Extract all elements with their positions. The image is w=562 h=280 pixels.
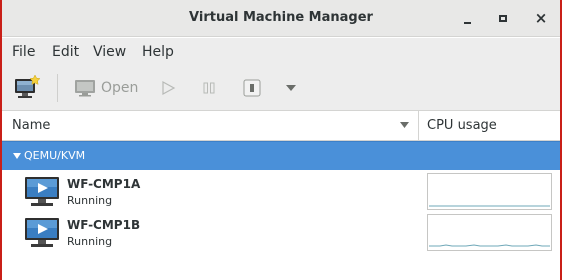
cpu-usage-graph [427,173,552,210]
power-icon [243,79,261,97]
cpu-sparkline [429,244,550,247]
list-header: Name CPU usage [2,111,560,141]
vm-list: Name CPU usage QEMU/KVM WF-CMP1A Running… [2,111,560,280]
cpu-usage-graph [427,214,552,251]
vm-row[interactable]: WF-CMP1A Running [2,173,560,214]
vm-status: Running [67,235,113,248]
cpu-sparkline [429,205,550,207]
virt-manager-window: Virtual Machine Manager × File Edit View… [0,0,562,280]
open-button[interactable]: Open [74,74,138,102]
new-vm-icon [15,75,41,98]
minimize-button[interactable] [456,8,478,28]
toolbar-separator [57,74,58,102]
menu-view[interactable]: View [93,44,126,60]
vm-running-icon [25,177,59,206]
pause-button[interactable] [199,74,219,102]
maximize-button[interactable] [492,8,514,28]
minimize-icon [463,21,471,24]
run-button[interactable] [158,74,178,102]
column-header-cpu[interactable]: CPU usage [427,118,497,133]
vm-running-icon [25,218,59,247]
column-divider [418,111,419,141]
menu-help[interactable]: Help [142,44,174,60]
vm-row[interactable]: WF-CMP1B Running [2,214,560,255]
connection-label: QEMU/KVM [24,149,86,162]
toolbar: Open [2,66,560,111]
vm-status: Running [67,194,113,207]
new-vm-button[interactable] [11,74,43,102]
menu-bar: File Edit View Help [2,38,560,66]
shutdown-menu-button[interactable] [284,74,298,102]
maximize-icon [499,14,507,22]
connection-row-qemu[interactable]: QEMU/KVM [2,141,560,170]
monitor-icon [75,80,95,97]
menu-edit[interactable]: Edit [52,44,79,60]
column-header-name[interactable]: Name [12,118,50,133]
vm-name: WF-CMP1B [67,218,141,232]
expander-arrow-icon[interactable] [13,153,21,159]
close-icon: × [534,9,548,27]
title-bar[interactable]: Virtual Machine Manager × [2,0,560,37]
close-button[interactable]: × [530,8,552,28]
play-icon [162,80,176,96]
shutdown-button[interactable] [240,74,264,102]
dropdown-arrow-icon [286,85,296,91]
open-button-label: Open [101,80,139,96]
menu-file[interactable]: File [12,44,35,60]
pause-icon [203,82,215,94]
vm-name: WF-CMP1A [67,177,141,191]
sort-arrow-icon[interactable] [400,122,409,128]
